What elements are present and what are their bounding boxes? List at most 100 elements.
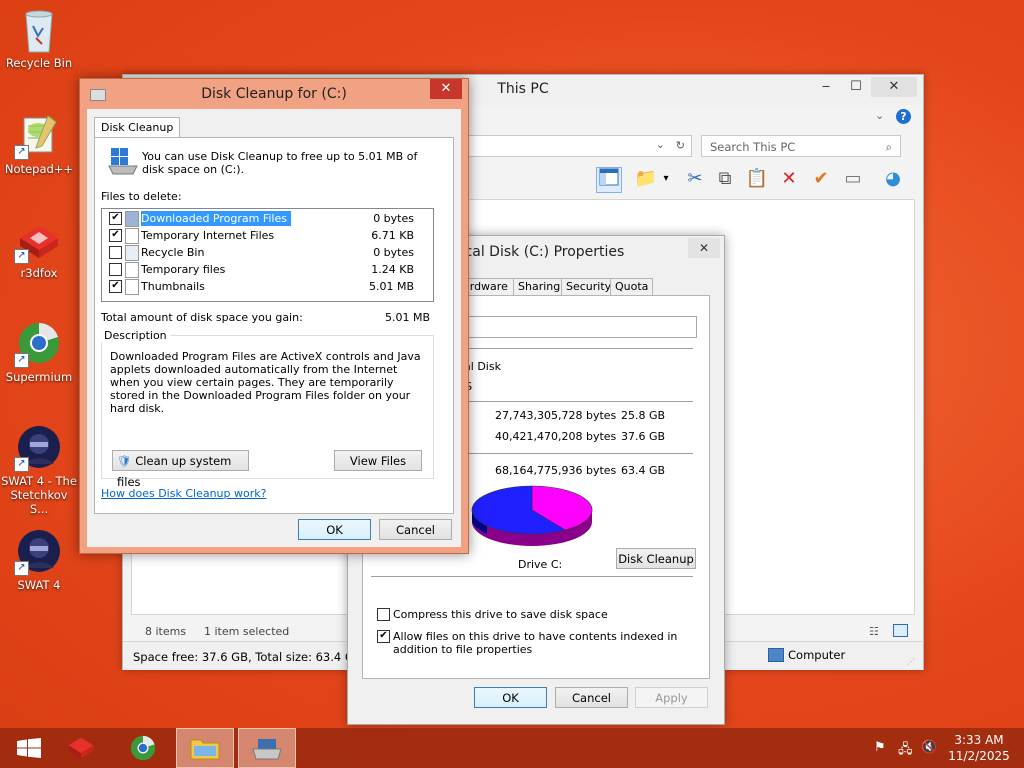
properties-folder-icon[interactable]: 📁: [634, 167, 658, 191]
tab-disk-cleanup[interactable]: Disk Cleanup: [94, 117, 181, 138]
supermium-icon: ↗: [14, 320, 62, 368]
capacity-bytes: 68,164,775,936 bytes: [495, 464, 617, 477]
minimize-icon[interactable]: ‒: [813, 77, 839, 97]
desktop-icon-notepadpp[interactable]: ↗ Notepad++: [0, 112, 78, 176]
desktop-icon-label: Notepad++: [4, 162, 74, 176]
large-icons-view-icon[interactable]: [893, 624, 908, 637]
file-checkbox[interactable]: [109, 246, 122, 259]
disk-cleanup-dialog[interactable]: Disk Cleanup for (C:) ✕ Disk Cleanup You…: [79, 78, 469, 554]
clean-system-files-button[interactable]: 🛡 Clean up system files: [112, 450, 249, 489]
taskbar-r3dfox[interactable]: [52, 728, 110, 768]
start-button[interactable]: [0, 728, 58, 768]
drive-label-input[interactable]: [459, 316, 697, 338]
index-checkbox[interactable]: ✔: [377, 630, 390, 643]
shortcut-arrow-icon: ↗: [14, 457, 29, 472]
free-space-gb: 37.6 GB: [621, 430, 666, 443]
cleanup-ok-button[interactable]: OK: [298, 519, 371, 540]
files-to-delete-label: Files to delete:: [101, 190, 182, 203]
desktop-icon-swat4-stetchkov[interactable]: ↗ SWAT 4 - The Stetchkov S...: [0, 424, 78, 516]
taskbar-file-explorer[interactable]: [176, 728, 234, 768]
refresh-icon[interactable]: ↻: [676, 139, 685, 152]
file-name: Temporary files: [141, 263, 226, 276]
desktop-icon-label: Supermium: [5, 370, 73, 384]
swat4-icon: ↗: [14, 424, 62, 472]
drive-name-label: Drive C:: [518, 558, 563, 571]
taskbar-disk-cleanup[interactable]: [238, 728, 296, 768]
taskbar: ⚑ 🖧 🔇 3:33 AM 11/2/2025: [0, 728, 1024, 768]
network-icon[interactable]: ◕: [881, 167, 905, 191]
preview-pane-icon[interactable]: [596, 167, 622, 193]
clock[interactable]: 3:33 AM 11/2/2025: [944, 732, 1014, 764]
file-name: Thumbnails: [141, 280, 205, 293]
description-legend: Description: [101, 329, 170, 342]
delete-icon[interactable]: ✕: [777, 167, 801, 191]
volume-muted-icon[interactable]: 🔇: [921, 740, 937, 755]
ribbon-collapse-icon[interactable]: ⌄: [875, 109, 884, 122]
list-item[interactable]: ✔ Downloaded Program Files 0 bytes: [103, 210, 432, 227]
desktop-icon-supermium[interactable]: ↗ Supermium: [0, 320, 78, 384]
tab-security[interactable]: Security: [561, 278, 617, 295]
r3dfox-icon: [68, 737, 94, 759]
properties-cancel-button[interactable]: Cancel: [555, 687, 628, 708]
view-files-button[interactable]: View Files: [334, 450, 422, 471]
properties-close-icon[interactable]: ✕: [688, 238, 720, 258]
disk-cleanup-button[interactable]: Disk Cleanup: [616, 548, 696, 569]
desktop-icon-swat4[interactable]: ↗ SWAT 4: [0, 528, 78, 592]
search-input[interactable]: Search This PC ⌕: [701, 135, 901, 157]
file-checkbox[interactable]: ✔: [109, 212, 122, 225]
tab-sharing[interactable]: Sharing: [513, 278, 566, 295]
copy-icon[interactable]: ⧉: [713, 167, 737, 191]
list-item[interactable]: Recycle Bin 0 bytes: [103, 244, 432, 261]
cut-icon[interactable]: ✂: [683, 167, 707, 191]
file-checkbox[interactable]: [109, 263, 122, 276]
resize-grip-icon[interactable]: ⋰: [907, 657, 915, 666]
total-gain-label: Total amount of disk space you gain:: [101, 311, 303, 324]
taskbar-supermium[interactable]: [114, 728, 172, 768]
file-size: 6.71 KB: [371, 229, 414, 242]
file-checkbox[interactable]: ✔: [109, 229, 122, 242]
supermium-icon: [130, 735, 156, 761]
cleanup-intro-text: You can use Disk Cleanup to free up to 5…: [142, 150, 418, 176]
disk-cleanup-drive-icon: [108, 148, 138, 175]
list-item[interactable]: ✔ Thumbnails 5.01 MB: [103, 278, 432, 295]
files-to-delete-list[interactable]: ✔ Downloaded Program Files 0 bytes ✔ Tem…: [101, 208, 434, 302]
help-icon[interactable]: ?: [896, 109, 911, 124]
file-size: 0 bytes: [373, 246, 414, 259]
compress-checkbox[interactable]: [377, 608, 390, 621]
cleanup-close-icon[interactable]: ✕: [430, 79, 462, 99]
tab-quota[interactable]: Quota: [610, 278, 654, 295]
maximize-icon[interactable]: ☐: [843, 77, 869, 97]
disk-usage-pie-chart: [471, 485, 593, 546]
dropdown-arrow-icon[interactable]: ▾: [660, 167, 672, 191]
file-checkbox[interactable]: ✔: [109, 280, 122, 293]
space-free-text: Space free: 37.6 GB, Total size: 63.4 GB: [133, 650, 362, 664]
list-item[interactable]: Temporary files 1.24 KB: [103, 261, 432, 278]
shortcut-arrow-icon: ↗: [14, 145, 29, 160]
clean-system-files-label: Clean up system files: [117, 454, 232, 489]
help-link[interactable]: How does Disk Cleanup work?: [101, 487, 266, 500]
used-space-gb: 25.8 GB: [621, 409, 666, 422]
shortcut-arrow-icon: ↗: [14, 561, 29, 576]
cleanup-cancel-button[interactable]: Cancel: [379, 519, 452, 540]
desktop-icon-recycle-bin[interactable]: Recycle Bin: [0, 6, 78, 70]
properties-apply-button[interactable]: Apply: [635, 687, 708, 708]
network-tray-icon[interactable]: 🖧: [898, 740, 913, 762]
close-icon[interactable]: ✕: [871, 77, 917, 97]
properties-ok-button[interactable]: OK: [474, 687, 547, 708]
status-selected: 1 item selected: [204, 625, 290, 638]
desktop-icon-r3dfox[interactable]: ↗ r3dfox: [0, 216, 78, 280]
list-item[interactable]: ✔ Temporary Internet Files 6.71 KB: [103, 227, 432, 244]
folder-icon: [190, 739, 220, 760]
check-icon[interactable]: ✔: [809, 167, 833, 191]
total-gain-value: 5.01 MB: [385, 311, 431, 324]
desktop-icon-label: Recycle Bin: [5, 56, 73, 70]
disk-cleanup-icon: [252, 739, 282, 760]
used-space-bytes: 27,743,305,728 bytes: [495, 409, 617, 422]
action-center-flag-icon[interactable]: ⚑: [874, 740, 886, 755]
paste-icon[interactable]: 📋: [745, 167, 769, 191]
status-item-count: 8 items: [145, 625, 187, 638]
address-bar[interactable]: ⌄ ↻: [458, 135, 692, 157]
details-view-icon[interactable]: ☷: [869, 625, 879, 638]
address-dropdown-icon[interactable]: ⌄: [656, 138, 665, 151]
rename-icon[interactable]: ▭: [841, 167, 865, 191]
